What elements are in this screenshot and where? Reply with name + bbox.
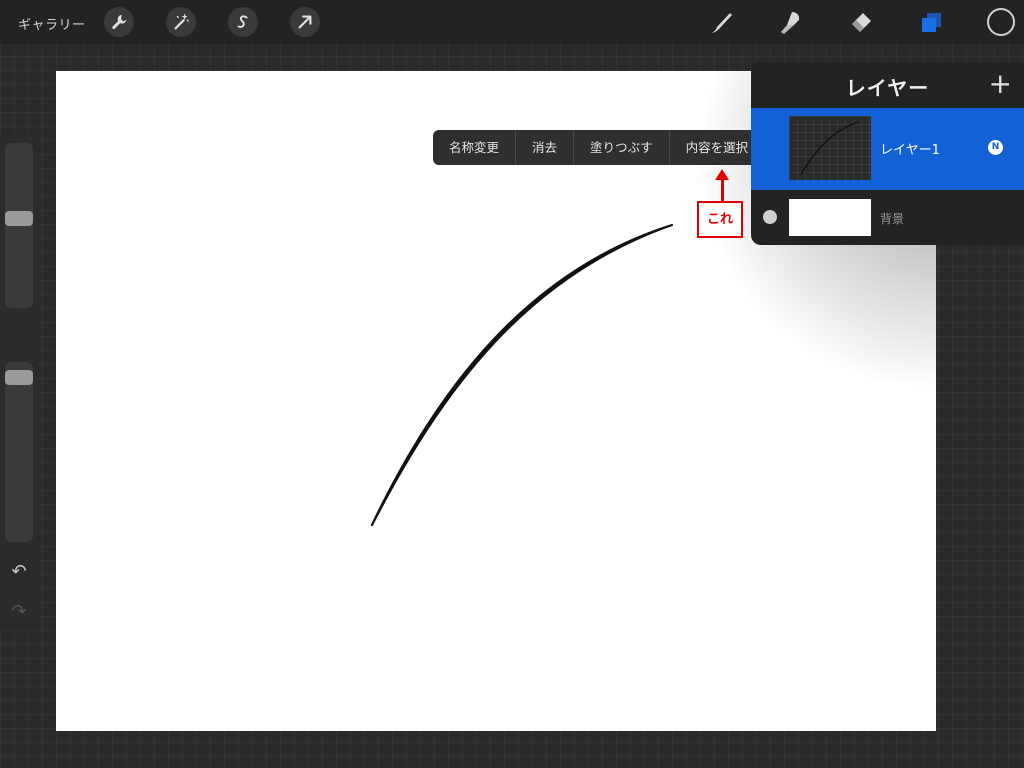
smudge-icon[interactable] (776, 8, 806, 38)
brush-size-slider[interactable] (5, 143, 33, 308)
redo-icon[interactable]: ↷ (8, 601, 30, 623)
background-thumbnail (789, 199, 871, 236)
arrow-cursor-icon[interactable] (290, 7, 320, 37)
layer-thumbnail (789, 116, 871, 180)
color-picker-swatch[interactable] (987, 8, 1015, 36)
fill-menu-item[interactable]: 塗りつぶす (574, 130, 670, 165)
layer-name: 背景 (880, 212, 905, 226)
clear-menu-item[interactable]: 消去 (516, 130, 575, 165)
selection-s-icon[interactable] (228, 7, 258, 37)
add-layer-button[interactable]: + (989, 70, 1012, 98)
magic-wand-icon[interactable] (166, 7, 196, 37)
annotation-arrow-line (721, 178, 724, 202)
layer-row-background[interactable]: 背景 (751, 190, 1024, 245)
gallery-button[interactable]: ギャラリー (18, 14, 86, 33)
rename-menu-item[interactable]: 名称変更 (433, 130, 517, 165)
layer-row-active[interactable]: レイヤー1 N (751, 108, 1024, 190)
layers-icon[interactable] (916, 8, 946, 38)
top-toolbar: ギャラリー (0, 0, 1024, 44)
brush-size-knob[interactable] (5, 210, 33, 226)
eraser-icon[interactable] (846, 8, 876, 38)
select-content-menu-item[interactable]: 内容を選択 (670, 130, 757, 165)
opacity-knob[interactable] (5, 370, 33, 386)
left-sidebar: ↶ ↷ (0, 135, 38, 630)
visibility-toggle[interactable] (763, 210, 777, 224)
layers-panel-title: レイヤー (845, 76, 930, 100)
annotation-callout: これ (697, 201, 743, 238)
layer-context-menu: 名称変更 消去 塗りつぶす 内容を選択 (433, 130, 774, 165)
layers-panel: レイヤー + レイヤー1 N 背景 (751, 62, 1024, 245)
blend-mode-badge[interactable]: N (988, 140, 1003, 155)
brush-icon[interactable] (706, 8, 736, 38)
layer-name: レイヤー1 (880, 143, 940, 158)
undo-icon[interactable]: ↶ (8, 561, 30, 583)
opacity-slider[interactable] (5, 362, 33, 542)
wrench-icon[interactable] (104, 7, 134, 37)
